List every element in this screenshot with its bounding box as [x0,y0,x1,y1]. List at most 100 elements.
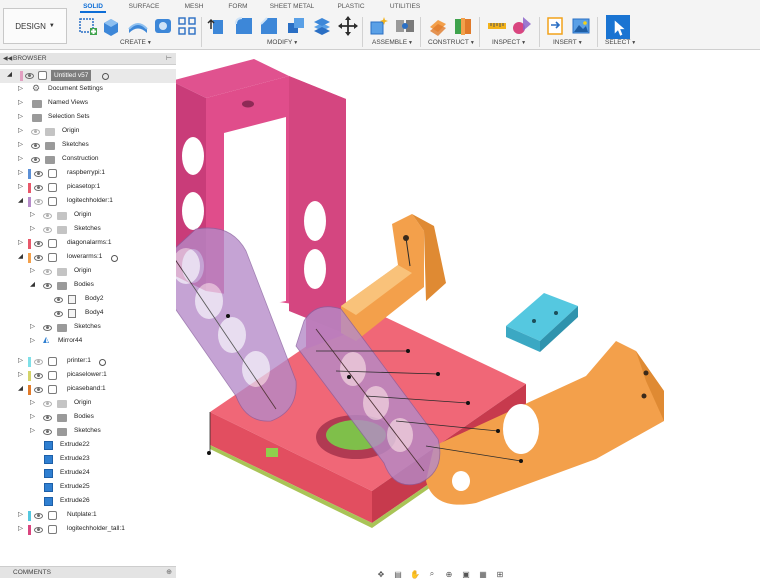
tree-item[interactable]: ▷ Construction [0,153,176,167]
tab-solid[interactable]: SOLID [80,3,106,13]
insert-derive-icon[interactable] [545,15,567,37]
tree-item[interactable]: ◢ picaseband:1 [0,383,176,397]
visibility-eye-icon[interactable] [54,311,63,317]
group-insert[interactable]: INSERT▼ [553,39,583,46]
collapse-triangle-icon[interactable]: ◢ [7,70,12,78]
sweep-icon[interactable] [152,15,174,37]
expand-triangle-icon[interactable]: ▷ [18,98,23,106]
revolve-icon[interactable] [127,15,149,37]
cyan-nutplate-part[interactable] [506,293,578,352]
tree-item[interactable]: ▷ diagonalarms:1 [0,237,176,251]
tree-item[interactable]: ▷ picasetop:1 [0,181,176,195]
tree-item[interactable]: ◢ logitechholder:1 [0,195,176,209]
expand-triangle-icon[interactable]: ▷ [30,322,35,330]
tree-item[interactable]: ▷ ◭ Mirror44 [0,335,176,349]
visibility-eye-icon[interactable] [43,283,52,289]
3d-viewport[interactable] [176,51,760,584]
new-sketch-icon[interactable] [77,15,99,37]
expand-triangle-icon[interactable]: ▷ [30,224,35,232]
extrude-icon[interactable] [100,15,122,37]
group-create[interactable]: CREATE▼ [120,39,152,46]
visibility-eye-icon[interactable] [43,429,52,435]
group-select[interactable]: SELECT▼ [605,39,636,46]
press-pull-icon[interactable] [207,15,229,37]
display-settings-icon[interactable]: ▣ [459,570,473,579]
group-inspect[interactable]: INSPECT▼ [492,39,526,46]
pattern-icon[interactable] [176,15,198,37]
fit-icon[interactable]: ⊕ [442,570,456,579]
visibility-eye-icon[interactable] [54,297,63,303]
model-canvas[interactable] [176,51,760,584]
tree-item[interactable]: ▷ Named Views [0,97,176,111]
expand-triangle-icon[interactable]: ▷ [30,412,35,420]
expand-triangle-icon[interactable]: ▷ [30,336,35,344]
expand-triangle-icon[interactable]: ▷ [30,398,35,406]
workspace-switcher[interactable]: DESIGN ▼ [3,8,67,44]
tree-item[interactable]: Extrude25 [0,481,176,495]
tree-item[interactable]: Extrude26 [0,495,176,509]
activate-radio-icon[interactable] [102,73,109,80]
tree-item[interactable]: Extrude22 [0,439,176,453]
expand-triangle-icon[interactable]: ▷ [30,266,35,274]
visibility-eye-icon[interactable] [31,143,40,149]
visibility-eye-icon[interactable] [31,129,40,135]
tree-item[interactable]: ▷ Sketches [0,223,176,237]
collapse-arrow-icon[interactable]: ◀◀ [3,55,12,62]
zoom-icon[interactable]: ⌕ [425,569,439,579]
tree-item[interactable]: ▷ Origin [0,209,176,223]
shell-icon[interactable] [311,15,333,37]
expand-triangle-icon[interactable]: ▷ [30,426,35,434]
visibility-eye-icon[interactable] [43,325,52,331]
visibility-eye-icon[interactable] [34,373,43,379]
expand-triangle-icon[interactable]: ▷ [30,210,35,218]
orbit-icon[interactable]: ✥ [374,570,388,579]
visibility-eye-icon[interactable] [43,401,52,407]
move-copy-icon[interactable] [337,15,359,37]
visibility-eye-icon[interactable] [34,513,43,519]
comments-panel-header[interactable]: COMMENTS ⊕ [0,566,176,578]
expand-triangle-icon[interactable]: ▷ [18,126,23,134]
midplane-icon[interactable] [452,15,474,37]
visibility-eye-icon[interactable] [34,241,43,247]
visibility-eye-icon[interactable] [34,359,43,365]
collapse-triangle-icon[interactable]: ◢ [18,384,23,392]
visibility-eye-icon[interactable] [43,415,52,421]
tree-item[interactable]: Extrude24 [0,467,176,481]
tab-sheet-metal[interactable]: SHEET METAL [268,3,316,10]
group-construct[interactable]: CONSTRUCT▼ [428,39,475,46]
tree-item[interactable]: ▷ Origin [0,397,176,411]
offset-plane-icon[interactable] [427,15,449,37]
expand-triangle-icon[interactable]: ▷ [18,182,23,190]
visibility-eye-icon[interactable] [34,527,43,533]
expand-triangle-icon[interactable]: ▷ [18,370,23,378]
pin-icon[interactable]: ⊢ [166,54,172,62]
tree-item[interactable]: ▷ Nutplate:1 [0,509,176,523]
tree-item[interactable]: ▷ Sketches [0,425,176,439]
group-modify[interactable]: MODIFY▼ [267,39,298,46]
tree-item[interactable]: ▷ Sketches [0,139,176,153]
tree-item[interactable]: ◢ Bodies [0,279,176,293]
expand-triangle-icon[interactable]: ▷ [18,168,23,176]
interference-icon[interactable] [511,15,533,37]
tab-surface[interactable]: SURFACE [126,3,162,10]
look-at-icon[interactable]: ▤ [391,570,405,579]
tree-item[interactable]: Extrude23 [0,453,176,467]
visibility-eye-icon[interactable] [31,157,40,163]
tree-item[interactable]: ▷ logitechholder_tall:1 [0,523,176,537]
tree-item[interactable]: ◢ lowerarms:1 [0,251,176,265]
collapse-triangle-icon[interactable]: ◢ [18,252,23,260]
visibility-eye-icon[interactable] [43,213,52,219]
expand-triangle-icon[interactable]: ▷ [18,356,23,364]
visibility-eye-icon[interactable] [25,73,34,79]
tree-item[interactable]: ▷ raspberrypi:1 [0,167,176,181]
expand-triangle-icon[interactable]: ▷ [18,84,23,92]
insert-image-icon[interactable] [570,15,592,37]
new-component-icon[interactable] [368,15,390,37]
joint-icon[interactable] [394,15,416,37]
tab-utilities[interactable]: UTILITIES [388,3,422,10]
tree-item[interactable]: ▷ Sketches [0,321,176,335]
visibility-eye-icon[interactable] [34,387,43,393]
tree-item[interactable]: ▷ Selection Sets [0,111,176,125]
add-comment-icon[interactable]: ⊕ [166,568,172,576]
tab-mesh[interactable]: MESH [182,3,206,10]
